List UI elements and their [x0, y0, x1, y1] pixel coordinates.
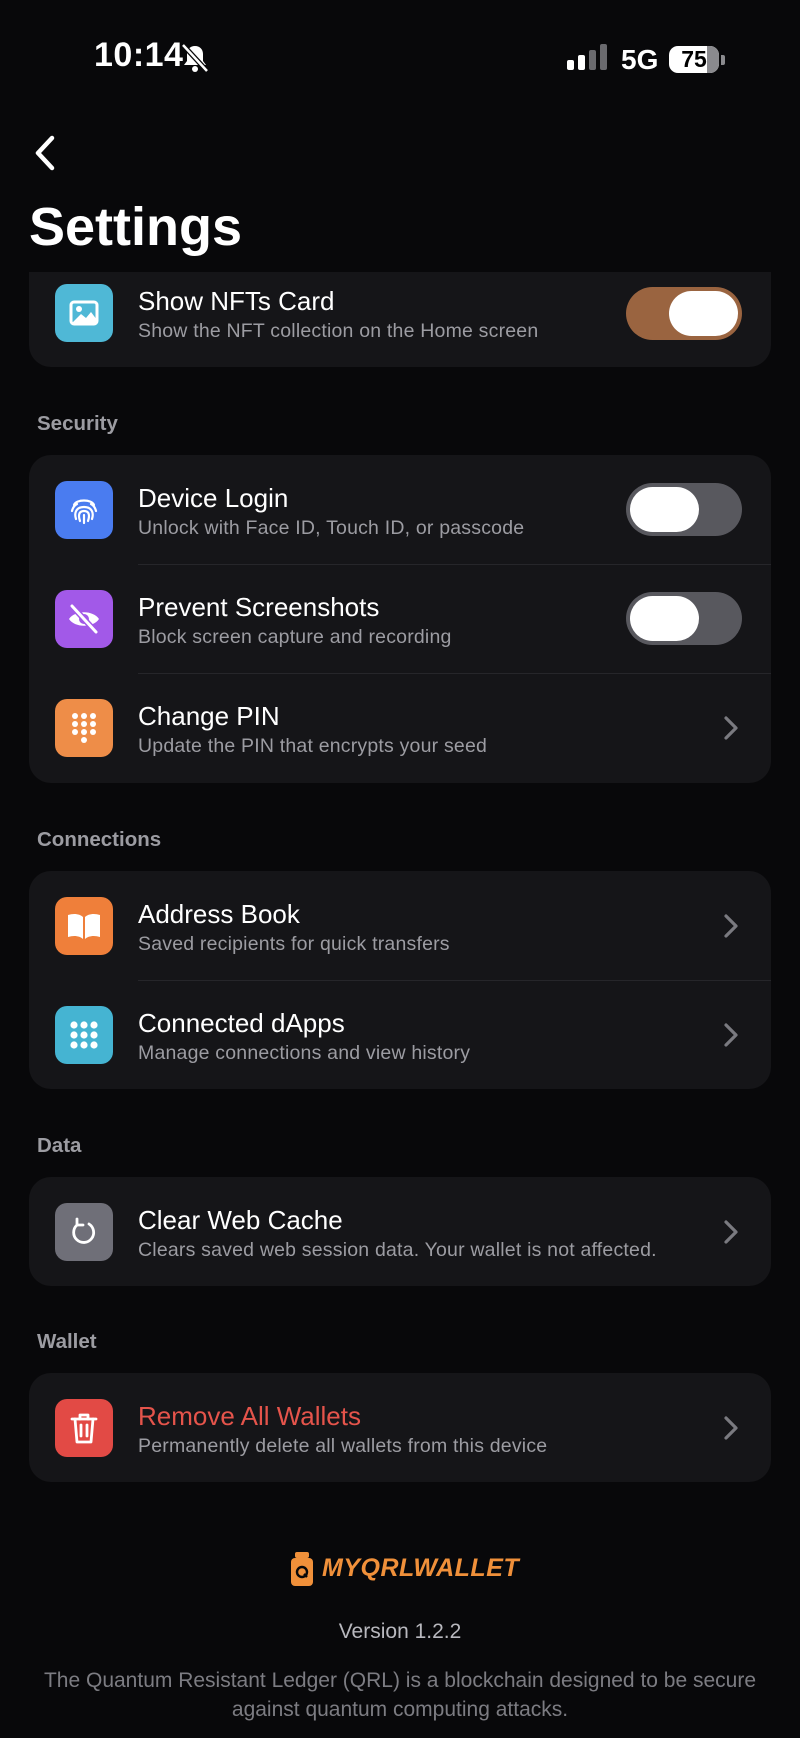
section-label-wallet: Wallet: [37, 1330, 97, 1353]
connections-card: Address Book Saved recipients for quick …: [29, 871, 771, 1089]
device-login-title: Device Login: [138, 483, 289, 513]
chevron-right-icon: [724, 1023, 738, 1047]
chevron-right-icon: [724, 1220, 738, 1244]
clear-web-cache-row[interactable]: Clear Web Cache Clears saved web session…: [29, 1177, 771, 1286]
battery-tip: [721, 55, 725, 65]
refresh-icon: [55, 1203, 113, 1261]
wallet-card: Remove All Wallets Permanently delete al…: [29, 1373, 771, 1482]
battery-level: 75: [681, 46, 707, 72]
security-card: Device Login Unlock with Face ID, Touch …: [29, 455, 771, 783]
cellular-signal-icon: [567, 44, 607, 70]
eye-slash-icon: [55, 590, 113, 648]
address-book-title: Address Book: [138, 899, 300, 929]
trash-icon: [55, 1399, 113, 1457]
remove-all-wallets-title: Remove All Wallets: [138, 1401, 361, 1431]
fingerprint-icon: [55, 481, 113, 539]
prevent-screenshots-subtitle: Block screen capture and recording: [138, 626, 452, 648]
connected-dapps-row[interactable]: Connected dApps Manage connections and v…: [29, 980, 771, 1089]
section-label-data: Data: [37, 1134, 82, 1157]
bell-slash-icon: [181, 43, 209, 73]
device-login-row: Device Login Unlock with Face ID, Touch …: [29, 455, 771, 564]
change-pin-title: Change PIN: [138, 701, 280, 731]
app-version: Version 1.2.2: [338, 1620, 462, 1643]
brand-wordmark: MYQRLWALLET: [322, 1554, 520, 1582]
clear-web-cache-subtitle: Clears saved web session data. Your wall…: [138, 1239, 657, 1261]
change-pin-subtitle: Update the PIN that encrypts your seed: [138, 735, 488, 757]
data-card: Clear Web Cache Clears saved web session…: [29, 1177, 771, 1286]
address-book-subtitle: Saved recipients for quick transfers: [138, 933, 450, 955]
book-icon: [55, 897, 113, 955]
section-label-security: Security: [37, 412, 118, 435]
show-nfts-card-row: Show NFTs Card Show the NFT collection o…: [29, 272, 771, 367]
back-chevron-icon[interactable]: [30, 134, 64, 172]
device-login-toggle[interactable]: [626, 483, 742, 536]
prevent-screenshots-row: Prevent Screenshots Block screen capture…: [29, 564, 771, 673]
app-description: The Quantum Resistant Ledger (QRL) is a …: [43, 1669, 757, 1721]
show-nfts-card-title: Show NFTs Card: [138, 286, 335, 316]
section-label-connections: Connections: [37, 828, 162, 851]
grid-icon: [55, 1006, 113, 1064]
chevron-right-icon: [724, 914, 738, 938]
image-icon: [55, 284, 113, 342]
keypad-icon: [55, 699, 113, 757]
show-nfts-card-toggle[interactable]: [626, 287, 742, 340]
battery-icon: 75: [669, 46, 719, 73]
chevron-right-icon: [724, 1416, 738, 1440]
address-book-row[interactable]: Address Book Saved recipients for quick …: [29, 871, 771, 980]
display-card: Show NFTs Card Show the NFT collection o…: [29, 272, 771, 367]
wallet-logo-icon: [291, 1552, 313, 1586]
connected-dapps-subtitle: Manage connections and view history: [138, 1042, 471, 1064]
chevron-right-icon: [724, 716, 738, 740]
status-bar: 10:14 5G 75: [0, 0, 800, 120]
remove-all-wallets-subtitle: Permanently delete all wallets from this…: [138, 1435, 548, 1457]
prevent-screenshots-toggle[interactable]: [626, 592, 742, 645]
change-pin-row[interactable]: Change PIN Update the PIN that encrypts …: [29, 673, 771, 782]
prevent-screenshots-title: Prevent Screenshots: [138, 592, 380, 622]
network-type: 5G: [621, 44, 659, 75]
brand-logo: MYQRLWALLET: [290, 1552, 520, 1588]
clear-web-cache-title: Clear Web Cache: [138, 1205, 343, 1235]
toggle-knob: [669, 291, 738, 336]
clock: 10:14: [94, 36, 184, 74]
remove-all-wallets-row[interactable]: Remove All Wallets Permanently delete al…: [29, 1373, 771, 1482]
connected-dapps-title: Connected dApps: [138, 1008, 345, 1038]
page-title: Settings: [29, 197, 243, 257]
show-nfts-card-subtitle: Show the NFT collection on the Home scre…: [138, 320, 539, 342]
toggle-knob: [630, 596, 699, 641]
device-login-subtitle: Unlock with Face ID, Touch ID, or passco…: [138, 517, 525, 539]
toggle-knob: [630, 487, 699, 532]
